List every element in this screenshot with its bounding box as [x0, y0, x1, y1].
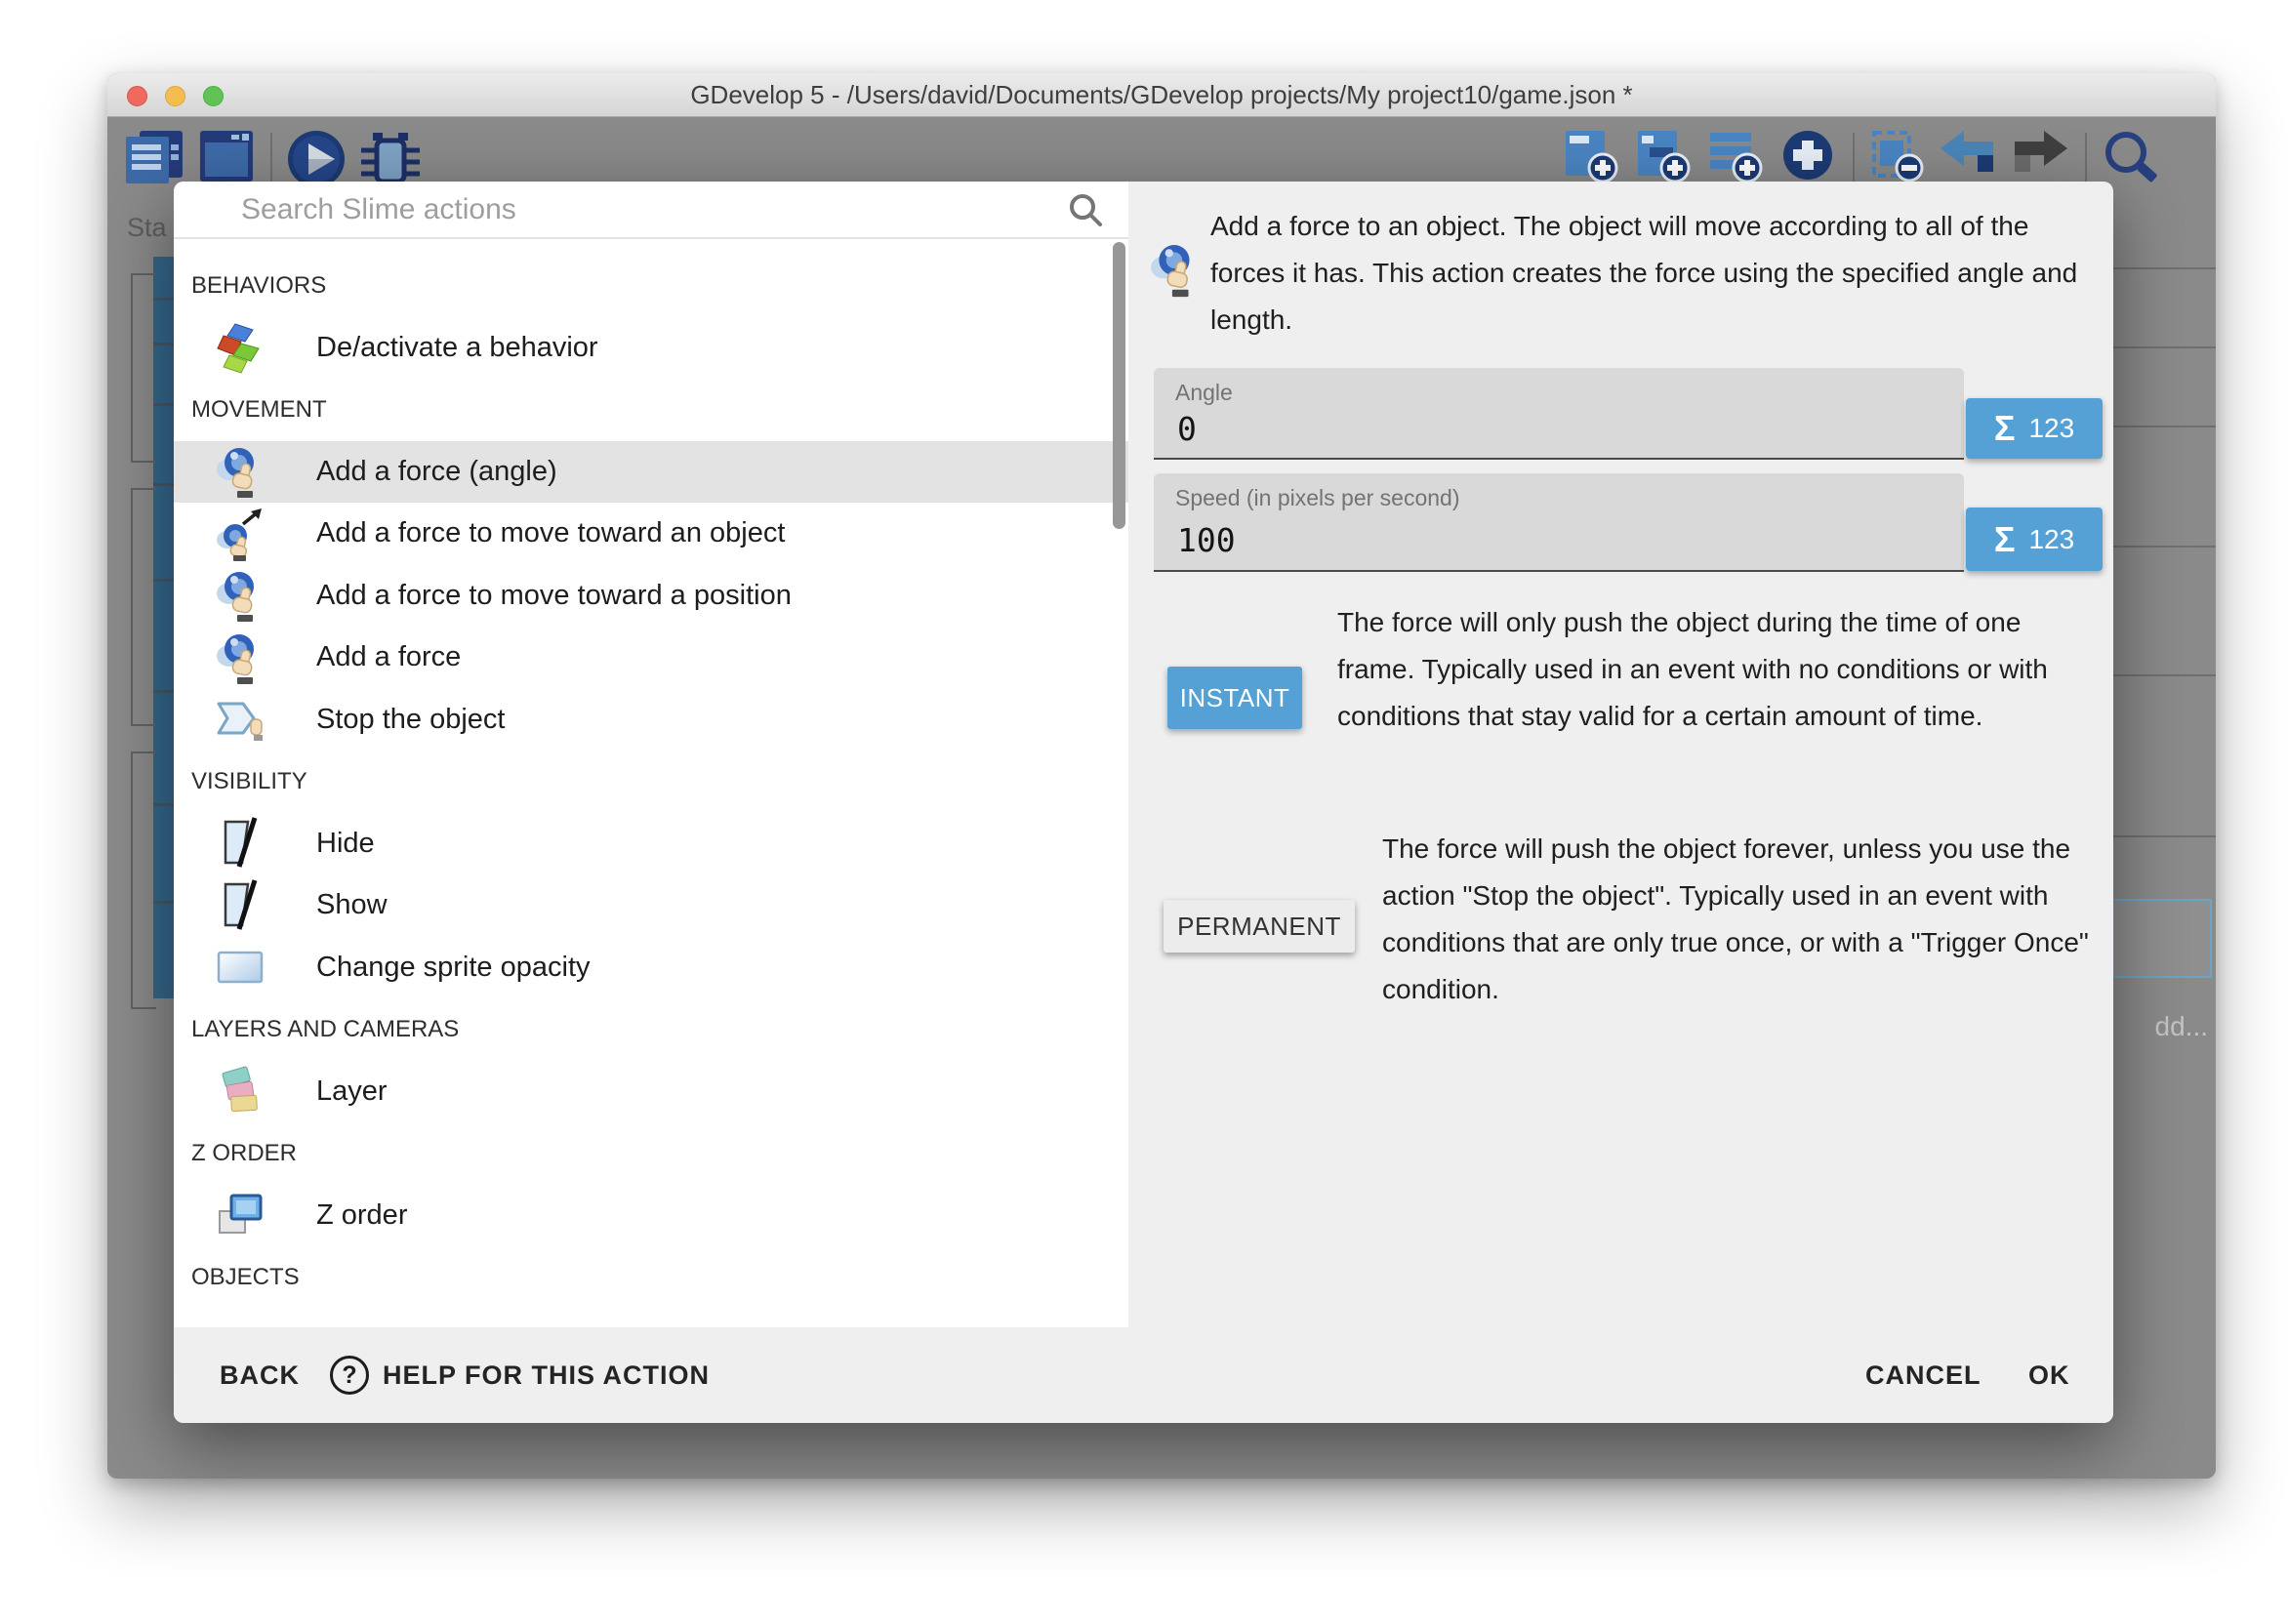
permanent-button[interactable]: PERMANENT: [1164, 900, 1355, 953]
list-scrollbar[interactable]: [1113, 242, 1125, 529]
list-item-hide[interactable]: Hide: [174, 813, 1128, 875]
section-header-objects: OBJECTS: [174, 1246, 1128, 1309]
section-header-movement: MOVEMENT: [174, 379, 1128, 441]
behavior-icon: [213, 319, 267, 376]
background-event-outline: [131, 488, 156, 726]
background-event-rows: dd...: [2112, 194, 2216, 1073]
force-icon: [213, 629, 267, 686]
force-icon: [213, 567, 267, 624]
angle-expression-button[interactable]: Σ 123: [1966, 398, 2103, 459]
section-header-visibility: VISIBILITY: [174, 751, 1128, 813]
actions-list-panel: BEHAVIORS De/activate a behavior MOVEMEN…: [174, 182, 1128, 1327]
play-icon[interactable]: [286, 129, 347, 189]
list-item-deactivate-behavior[interactable]: De/activate a behavior: [174, 317, 1128, 380]
titlebar: GDevelop 5 - /Users/david/Documents/GDev…: [107, 73, 2216, 117]
ok-button[interactable]: OK: [2028, 1327, 2070, 1423]
force-icon: [1150, 240, 1201, 299]
list-item-show[interactable]: Show: [174, 874, 1128, 937]
hide-icon: [213, 815, 267, 872]
search-events-icon[interactable]: [2103, 129, 2161, 187]
stop-icon: [213, 691, 267, 748]
toolbar-divider: [2085, 133, 2087, 183]
dialog-footer: BACK ? HELP FOR THIS ACTION CANCEL OK: [174, 1327, 2113, 1423]
list-item-layer[interactable]: Layer: [174, 1061, 1128, 1123]
toolbar-divider: [1853, 133, 1855, 183]
list-item-add-force-toward-position[interactable]: Add a force to move toward a position: [174, 565, 1128, 628]
search-input[interactable]: [239, 187, 1063, 232]
background-scene-tab: Sta: [127, 213, 167, 243]
background-event-blocks: [153, 257, 174, 998]
speed-field-label: Speed (in pixels per second): [1175, 485, 1460, 511]
z-order-icon: [213, 1187, 267, 1243]
instant-description: The force will only push the object duri…: [1337, 599, 2099, 740]
list-item-change-sprite-opacity[interactable]: Change sprite opacity: [174, 937, 1128, 999]
sigma-icon: Σ: [1994, 519, 2016, 560]
help-icon[interactable]: ?: [330, 1356, 369, 1395]
section-header-behaviors: BEHAVIORS: [174, 255, 1128, 317]
cancel-button[interactable]: CANCEL: [1865, 1327, 1982, 1423]
add-subevent-icon[interactable]: [1636, 129, 1691, 183]
angle-field[interactable]: Angle: [1154, 368, 1964, 460]
background-event-outline: [131, 273, 156, 463]
show-icon: [213, 877, 267, 934]
action-details-panel: Add a force to an object. The object wil…: [1128, 182, 2113, 1327]
action-editor-dialog: BEHAVIORS De/activate a behavior MOVEMEN…: [174, 182, 2113, 1423]
redo-icon[interactable]: [2013, 129, 2069, 174]
angle-field-input[interactable]: [1175, 409, 1931, 449]
section-header-z-order: Z ORDER: [174, 1122, 1128, 1185]
add-event-icon[interactable]: [1564, 129, 1618, 183]
section-header-layers-cameras: LAYERS AND CAMERAS: [174, 998, 1128, 1061]
debugger-icon[interactable]: [359, 127, 422, 189]
search-row: [174, 182, 1128, 239]
layer-icon: [213, 1063, 267, 1119]
objects-icon: [213, 1311, 267, 1327]
list-item-stop-object[interactable]: Stop the object: [174, 689, 1128, 751]
sigma-icon: Σ: [1994, 408, 2016, 449]
project-manager-icon[interactable]: [124, 129, 184, 185]
add-new-icon[interactable]: [1780, 129, 1835, 183]
permanent-description: The force will push the object forever, …: [1382, 826, 2113, 1013]
force-icon: [213, 443, 267, 500]
list-item-add-force-toward-object[interactable]: Add a force to move toward an object: [174, 503, 1128, 565]
opacity-icon: [213, 939, 267, 995]
speed-expression-button[interactable]: Σ 123: [1966, 508, 2103, 571]
window-title: GDevelop 5 - /Users/david/Documents/GDev…: [107, 73, 2216, 116]
list-item-z-order[interactable]: Z order: [174, 1185, 1128, 1247]
angle-field-label: Angle: [1175, 380, 1233, 406]
instant-button[interactable]: INSTANT: [1167, 667, 1302, 729]
background-add-link: dd...: [2155, 1011, 2208, 1042]
help-button[interactable]: HELP FOR THIS ACTION: [383, 1327, 710, 1423]
actions-list: BEHAVIORS De/activate a behavior MOVEMEN…: [174, 239, 1128, 1327]
undo-icon[interactable]: [1939, 129, 1995, 174]
list-item-add-force[interactable]: Add a force: [174, 627, 1128, 689]
search-icon: [1068, 192, 1103, 227]
list-item-add-force-angle[interactable]: Add a force (angle): [174, 441, 1128, 504]
background-event-outline: [131, 751, 156, 1009]
speed-field[interactable]: Speed (in pixels per second): [1154, 473, 1964, 572]
scene-editor-icon[interactable]: [198, 129, 255, 183]
background-selected-event: [2112, 899, 2212, 978]
speed-field-input[interactable]: [1175, 520, 1931, 560]
back-button[interactable]: BACK: [220, 1327, 300, 1423]
force-toward-object-icon: [213, 506, 267, 562]
add-comment-icon[interactable]: [1708, 129, 1763, 183]
toolbar-divider: [270, 133, 272, 183]
list-item-partial[interactable]: [174, 1309, 1128, 1328]
delete-event-icon[interactable]: [1870, 129, 1925, 183]
action-description: Add a force to an object. The object wil…: [1210, 203, 2104, 344]
